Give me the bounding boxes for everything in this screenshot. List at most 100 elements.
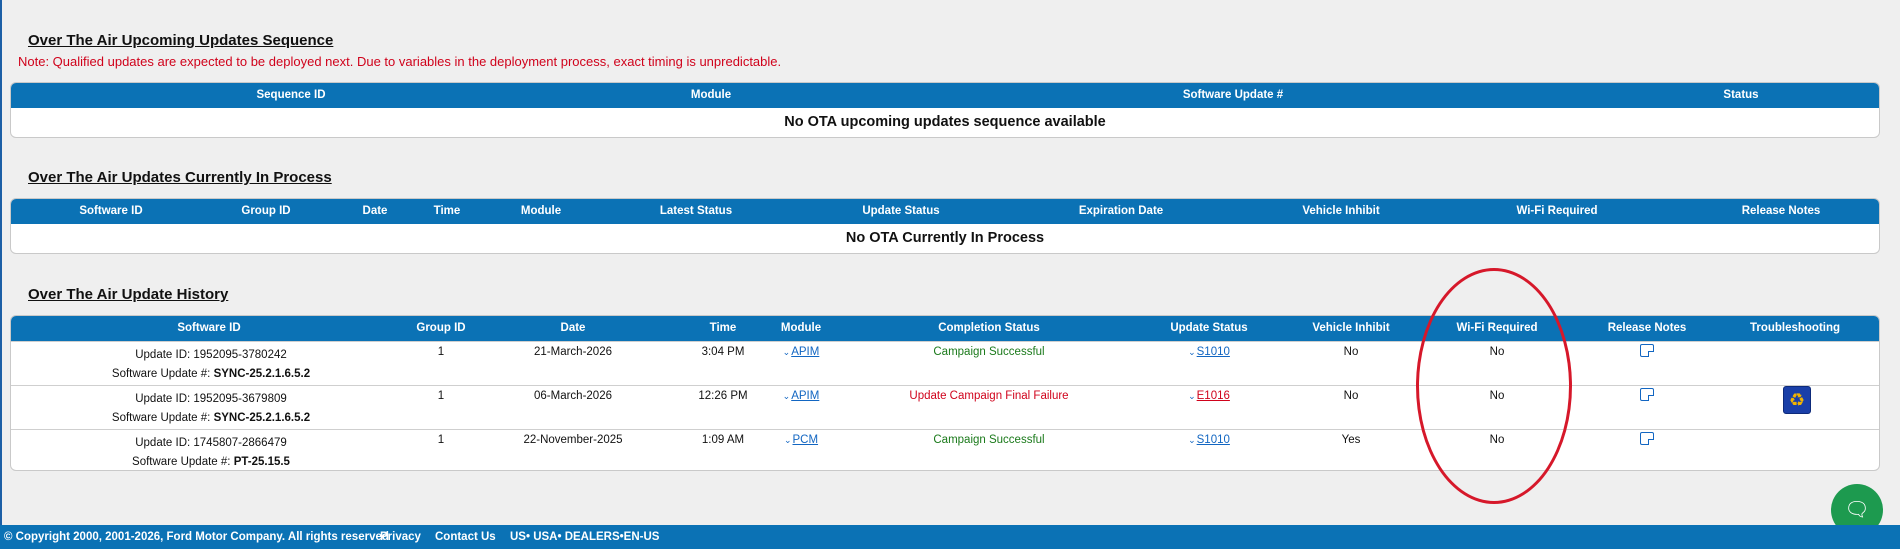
module-link[interactable]: PCM [792, 434, 818, 446]
footer-locale: US• USA• DEALERS•EN-US [510, 531, 660, 543]
history-row: Update ID: 1745807-2866479 Software Upda… [11, 429, 1879, 470]
completion-status: Campaign Successful [933, 346, 1045, 358]
software-update-label: Software Update #: [111, 368, 211, 380]
chevron-down-icon: ⌄ [1188, 435, 1196, 445]
upcoming-note: Note: Qualified updates are expected to … [18, 54, 782, 69]
update-id: Update ID: 1952095-3679809 [135, 393, 287, 405]
wifi-required: No [1489, 346, 1505, 358]
col-time: Time [433, 205, 461, 217]
col-group-id: Group ID [241, 205, 291, 217]
col-wifi-required: Wi-Fi Required [1456, 322, 1538, 334]
software-id-cell: Update ID: 1952095-3780242 Software Upda… [111, 346, 311, 384]
software-update-label: Software Update #: [132, 456, 231, 468]
software-id-cell: Update ID: 1745807-2866479 Software Upda… [111, 434, 311, 470]
release-notes-button[interactable] [1577, 388, 1717, 404]
software-update-value: SYNC-25.2.1.6.5.2 [213, 412, 311, 424]
in-process-empty-message: No OTA Currently In Process [845, 230, 1045, 246]
col-module: Module [690, 89, 732, 101]
col-group-id: Group ID [416, 322, 466, 334]
left-edge-rule [0, 0, 2, 549]
col-module: Module [520, 205, 562, 217]
col-date: Date [362, 205, 388, 217]
module-dropdown[interactable]: ⌄PCM [751, 434, 851, 446]
col-latest-status: Latest Status [659, 205, 733, 217]
update-status-dropdown[interactable]: ⌄E1016 [1139, 390, 1279, 402]
software-update-line: Software Update #: SYNC-25.2.1.6.5.2 [111, 365, 311, 384]
col-troubleshooting: Troubleshooting [1749, 322, 1841, 334]
software-update-line: Software Update #: PT-25.15.5 [111, 453, 311, 470]
col-update-status: Update Status [1170, 322, 1248, 334]
footer: © Copyright 2000, 2001-2026, Ford Motor … [0, 525, 1900, 549]
col-vehicle-inhibit: Vehicle Inhibit [1312, 322, 1390, 334]
update-status-dropdown[interactable]: ⌄S1010 [1139, 346, 1279, 358]
col-status: Status [1723, 89, 1759, 101]
in-process-table-header: Software ID Group ID Date Time Module La… [11, 199, 1879, 224]
note-icon [1640, 344, 1654, 357]
update-status-link[interactable]: S1010 [1197, 346, 1230, 358]
col-vehicle-inhibit: Vehicle Inhibit [1302, 205, 1380, 217]
upcoming-table: Sequence ID Module Software Update # Sta… [10, 82, 1880, 138]
footer-privacy-link[interactable]: Privacy [380, 525, 421, 549]
note-icon [1640, 388, 1654, 401]
group-id: 1 [437, 390, 445, 402]
module-dropdown[interactable]: ⌄APIM [751, 390, 851, 402]
vehicle-inhibit: Yes [1341, 434, 1361, 446]
chat-bubble-icon: 🗨 [1844, 499, 1870, 521]
completion-status: Update Campaign Final Failure [909, 390, 1069, 402]
update-status-link[interactable]: E1016 [1197, 390, 1230, 402]
vehicle-inhibit: No [1343, 346, 1359, 358]
wifi-required: No [1489, 390, 1505, 402]
upcoming-section-title: Over The Air Upcoming Updates Sequence [28, 32, 334, 49]
in-process-table: Software ID Group ID Date Time Module La… [10, 198, 1880, 254]
in-process-section-title: Over The Air Updates Currently In Proces… [28, 169, 332, 186]
recycle-icon: ♻ [1783, 386, 1811, 414]
chevron-down-icon: ⌄ [782, 347, 791, 357]
col-software-id: Software ID [79, 205, 143, 217]
chevron-down-icon: ⌄ [1188, 347, 1196, 357]
software-update-line: Software Update #: SYNC-25.2.1.6.5.2 [111, 409, 311, 428]
chevron-down-icon: ⌄ [782, 391, 791, 401]
update-status-link[interactable]: S1010 [1197, 434, 1230, 446]
release-notes-button[interactable] [1577, 432, 1717, 448]
module-dropdown[interactable]: ⌄APIM [751, 346, 851, 358]
module-link[interactable]: APIM [791, 346, 819, 358]
update-id: Update ID: 1952095-3780242 [135, 349, 287, 361]
footer-copyright: © Copyright 2000, 2001-2026, Ford Motor … [4, 531, 389, 543]
col-release-notes: Release Notes [1607, 322, 1687, 334]
col-release-notes: Release Notes [1741, 205, 1821, 217]
history-section-title: Over The Air Update History [28, 286, 229, 303]
troubleshooting-button[interactable]: ♻ [1782, 386, 1812, 414]
col-software-id: Software ID [177, 322, 241, 334]
col-module: Module [780, 322, 822, 334]
note-icon [1640, 432, 1654, 445]
history-row: Update ID: 1952095-3679809 Software Upda… [11, 385, 1879, 429]
col-update-status: Update Status [862, 205, 940, 217]
col-date: Date [560, 322, 586, 334]
date: 21-March-2026 [534, 346, 612, 358]
date: 06-March-2026 [534, 390, 612, 402]
col-completion-status: Completion Status [938, 322, 1040, 334]
release-notes-button[interactable] [1577, 344, 1717, 360]
date: 22-November-2025 [523, 434, 623, 446]
wifi-required: No [1489, 434, 1505, 446]
module-link[interactable]: APIM [791, 390, 819, 402]
col-wifi-required: Wi-Fi Required [1516, 205, 1598, 217]
footer-contact-link[interactable]: Contact Us [435, 525, 496, 549]
upcoming-empty-message: No OTA upcoming updates sequence availab… [784, 114, 1106, 130]
group-id: 1 [437, 346, 445, 358]
col-sequence-id: Sequence ID [256, 89, 326, 101]
completion-status: Campaign Successful [933, 434, 1045, 446]
upcoming-table-header: Sequence ID Module Software Update # Sta… [11, 83, 1879, 108]
software-id-cell: Update ID: 1952095-3679809 Software Upda… [111, 390, 311, 428]
software-update-value: PT-25.15.5 [233, 456, 290, 468]
software-update-value: SYNC-25.2.1.6.5.2 [213, 368, 311, 380]
software-update-label: Software Update #: [111, 412, 211, 424]
history-table-header: Software ID Group ID Date Time Module Co… [11, 316, 1879, 341]
history-row: Update ID: 1952095-3780242 Software Upda… [11, 341, 1879, 385]
update-status-dropdown[interactable]: ⌄S1010 [1139, 434, 1279, 446]
chevron-down-icon: ⌄ [783, 435, 792, 445]
history-table: Software ID Group ID Date Time Module Co… [10, 315, 1880, 471]
col-expiration-date: Expiration Date [1078, 205, 1164, 217]
chevron-down-icon: ⌄ [1188, 391, 1196, 401]
vehicle-inhibit: No [1343, 390, 1359, 402]
